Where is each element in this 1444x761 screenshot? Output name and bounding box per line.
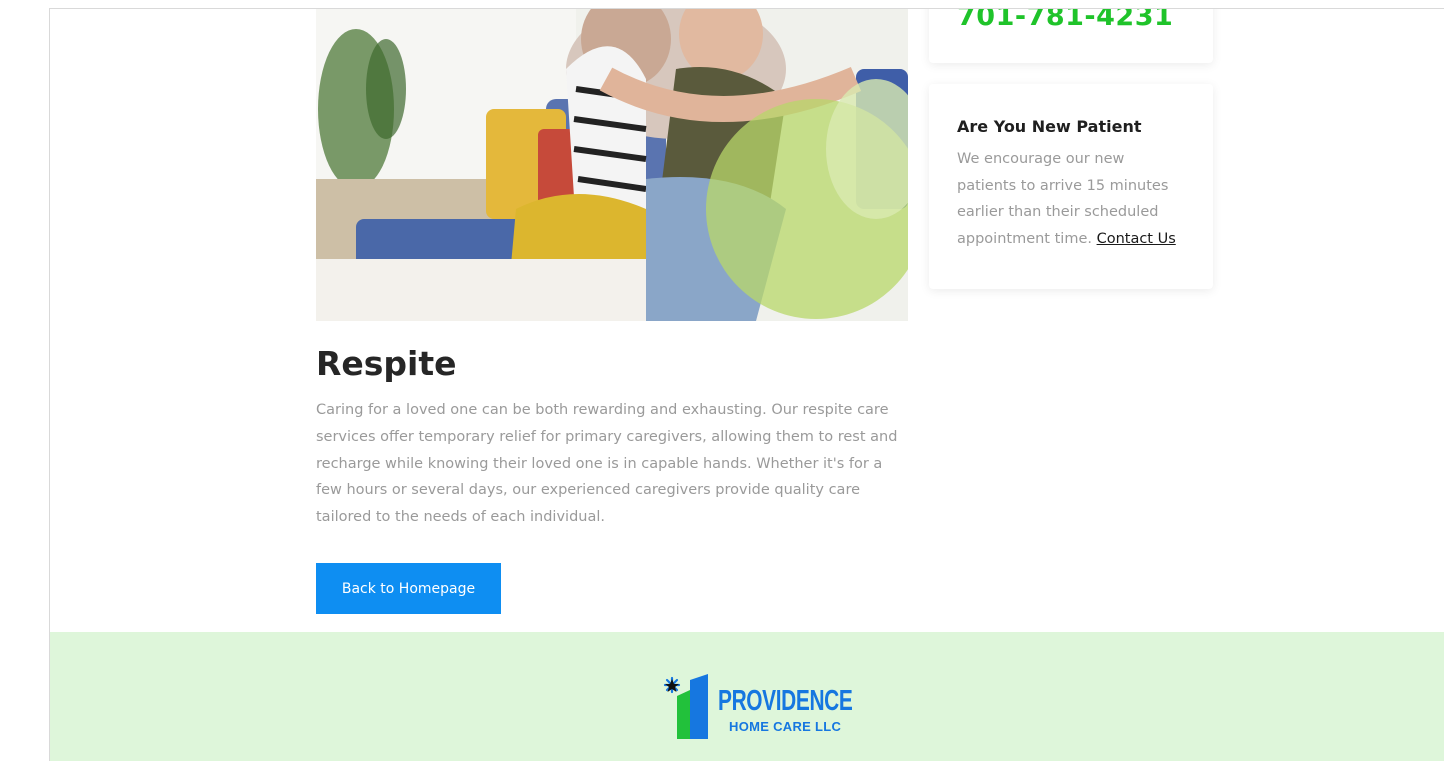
phone-number[interactable]: 701-781-4231 [957, 9, 1173, 32]
contact-us-link[interactable]: Contact Us [1097, 231, 1176, 247]
service-title: Respite [316, 344, 457, 383]
logo-mark-icon [663, 674, 708, 739]
footer: PROVIDENCE HOME CARE LLC [50, 632, 1444, 761]
phone-card: 701-781-4231 [929, 9, 1213, 63]
service-description: Caring for a loved one can be both rewar… [316, 402, 898, 526]
logo-subtitle: HOME CARE LLC [729, 719, 842, 734]
page-frame: 701-781-4231 Are You New Patient We enco… [49, 8, 1444, 761]
back-to-homepage-button[interactable]: Back to Homepage [316, 563, 501, 614]
new-patient-card: Are You New Patient We encourage our new… [929, 84, 1213, 289]
footer-logo[interactable]: PROVIDENCE HOME CARE LLC [658, 668, 873, 740]
new-patient-title: Are You New Patient [957, 117, 1142, 136]
service-image [316, 9, 908, 321]
service-image-illustration [316, 9, 908, 321]
new-patient-text: We encourage our new patients to arrive … [957, 146, 1185, 252]
logo-name: PROVIDENCE [718, 685, 853, 717]
